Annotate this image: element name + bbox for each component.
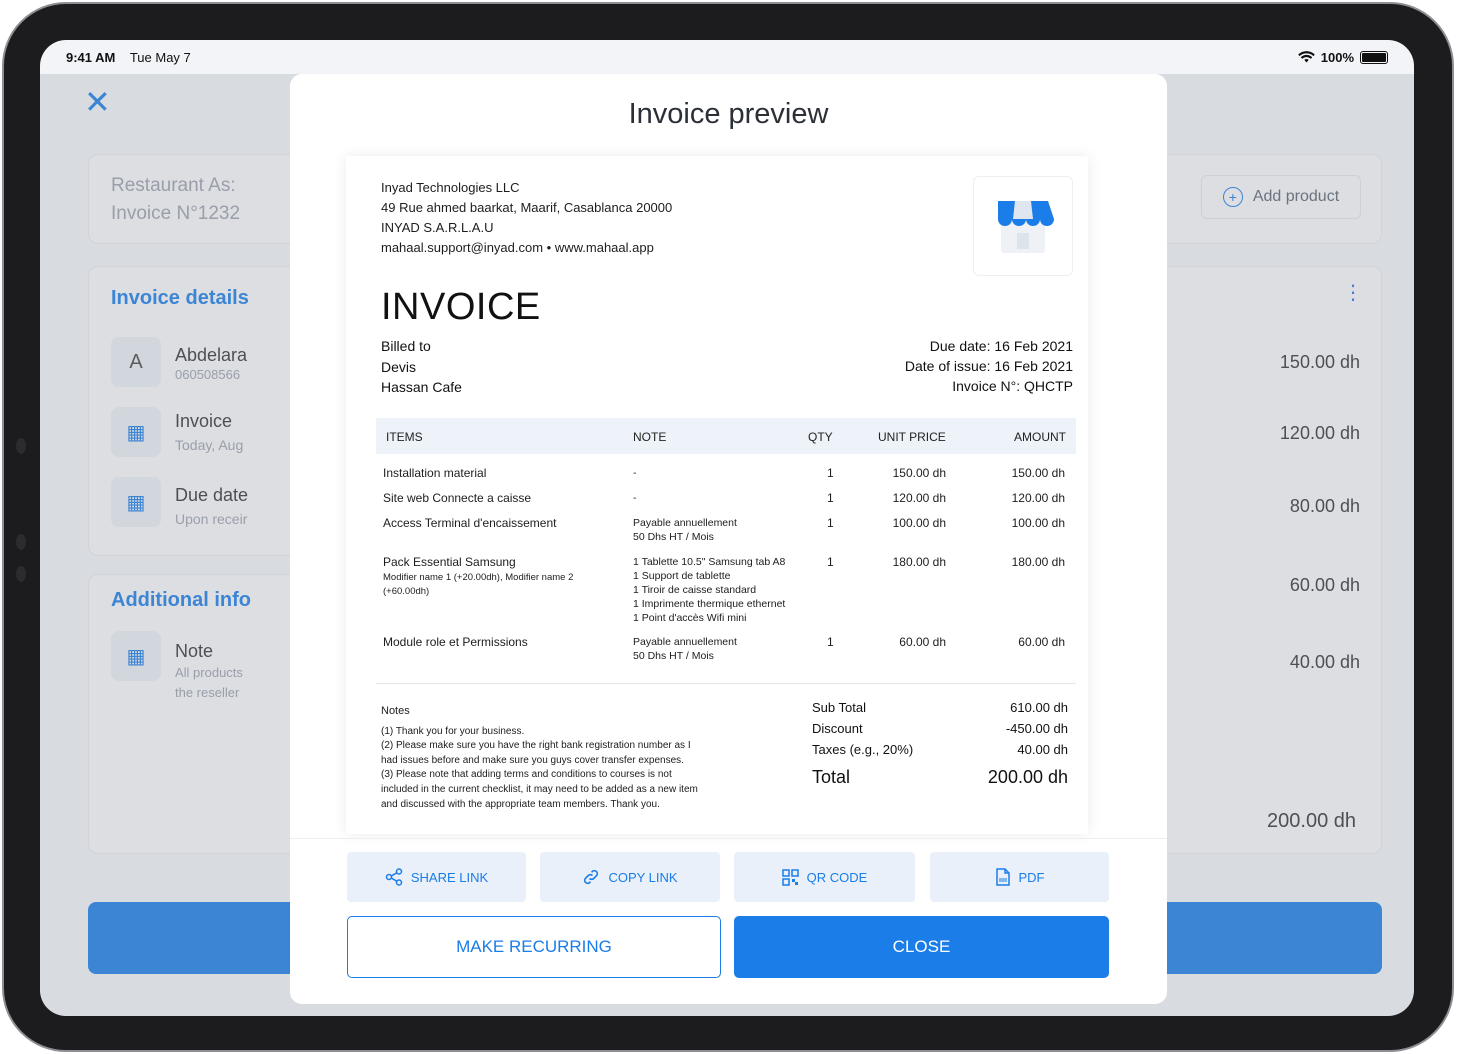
item-name: Module role et Permissions <box>383 635 528 649</box>
issue-date: Date of issue: 16 Feb 2021 <box>904 358 1073 374</box>
item-amount: 150.00 dh <box>1011 466 1065 480</box>
pdf-button[interactable]: PDF <box>930 852 1109 902</box>
screen: 9:41 AM Tue May 7 100% ✕ Restaurant As: … <box>40 40 1414 1016</box>
table-header: ITEMS NOTE QTY UNIT PRICE AMOUNT <box>376 418 1076 454</box>
billed-to: Billed to Devis Hassan Cafe <box>381 336 462 398</box>
divider <box>376 683 1076 684</box>
share-link-label: SHARE LINK <box>410 869 489 885</box>
total-row: Total 200.00 dh <box>812 763 1068 793</box>
note-line: (1) Thank you for your business. <box>381 725 525 737</box>
note-line: (3) Please note that adding terms and co… <box>381 769 672 781</box>
taxes-label: Taxes (e.g., 20%) <box>812 742 914 757</box>
wifi-icon <box>1297 51 1315 63</box>
item-unit-price: 100.00 dh <box>892 516 946 530</box>
item-note: - <box>633 467 637 479</box>
item-amount: 100.00 dh <box>1011 516 1065 530</box>
item-name: Site web Connecte a caisse <box>383 491 532 505</box>
billed-to-company: Hassan Cafe <box>381 379 462 395</box>
status-time: 9:41 AM <box>66 49 116 65</box>
column-note: NOTE <box>633 430 667 444</box>
copy-link-label: COPY LINK <box>608 869 678 885</box>
company-address: 49 Rue ahmed baarkat, Maarif, Casablanca… <box>381 200 673 215</box>
taxes-value: 40.00 dh <box>1017 742 1068 757</box>
totals-section: Sub Total 610.00 dh Discount -450.00 dh … <box>812 700 1068 793</box>
billed-to-name: Devis <box>381 358 417 375</box>
item-note: Payable annuellement 50 Dhs HT / Mois <box>633 517 737 543</box>
column-items: ITEMS <box>386 430 423 444</box>
note-line: (2) Please make sure you have the right … <box>381 740 691 752</box>
invoice-preview-modal: Invoice preview Inyad Technologies LLC 4… <box>290 74 1167 1004</box>
item-modifiers: Modifier name 1 (+20.00dh), Modifier nam… <box>383 572 574 597</box>
invoice-heading: INVOICE <box>381 286 541 328</box>
close-button[interactable]: CLOSE <box>734 916 1109 978</box>
device-sensor-dot <box>16 566 26 582</box>
item-amount: 180.00 dh <box>1011 555 1065 569</box>
item-qty: 1 <box>827 466 834 480</box>
copy-link-button[interactable]: COPY LINK <box>540 852 720 902</box>
item-name: Installation material <box>383 466 487 480</box>
share-link-button[interactable]: SHARE LINK <box>347 852 526 902</box>
item-note: Payable annuellement 50 Dhs HT / Mois <box>633 636 737 662</box>
make-recurring-button[interactable]: MAKE RECURRING <box>347 916 721 978</box>
divider <box>290 838 1167 839</box>
battery-icon <box>1360 50 1388 64</box>
item-unit-price: 180.00 dh <box>892 555 946 569</box>
item-qty: 1 <box>827 491 834 505</box>
column-unit-price: UNIT PRICE <box>878 430 946 444</box>
pdf-label: PDF <box>1018 869 1045 885</box>
item-name: Access Terminal d'encaissement <box>383 516 557 530</box>
subtotal-value: 610.00 dh <box>1010 700 1068 715</box>
device-camera-dot <box>16 438 26 454</box>
status-date: Tue May 7 <box>129 49 191 65</box>
note-line: had issues before and make sure you guys… <box>381 754 684 766</box>
subtotal-label: Sub Total <box>812 700 866 715</box>
subtotal-row: Sub Total 610.00 dh <box>812 700 1068 721</box>
discount-row: Discount -450.00 dh <box>812 721 1068 742</box>
share-icon <box>385 868 403 886</box>
pdf-file-icon <box>995 868 1010 886</box>
notes-title: Notes <box>381 705 410 717</box>
qr-code-button[interactable]: QR CODE <box>734 852 915 902</box>
item-name: Pack Essential Samsung <box>383 555 516 569</box>
company-contact: mahaal.support@inyad.com • www.mahaal.ap… <box>381 240 654 255</box>
link-icon <box>584 869 599 885</box>
note-line: and discussed with the appropriate team … <box>381 798 660 810</box>
item-qty: 1 <box>827 635 834 649</box>
total-label: Total <box>812 767 851 787</box>
item-note: 1 Tablette 10.5" Samsung tab A8 1 Suppor… <box>633 556 786 624</box>
note-line: included in the current checklist, it ma… <box>381 783 698 795</box>
discount-value: -450.00 dh <box>1005 721 1068 736</box>
status-bar: 9:41 AM Tue May 7 100% <box>40 40 1414 74</box>
modal-title: Invoice preview <box>628 98 829 130</box>
item-unit-price: 120.00 dh <box>892 491 946 505</box>
column-amount: AMOUNT <box>1014 430 1066 444</box>
discount-label: Discount <box>812 721 863 736</box>
item-qty: 1 <box>827 516 834 530</box>
column-qty: QTY <box>808 430 833 444</box>
qr-code-label: QR CODE <box>806 869 868 885</box>
device-sensor-dot <box>16 534 26 550</box>
item-qty: 1 <box>827 555 834 569</box>
total-value: 200.00 dh <box>987 767 1068 787</box>
due-date: Due date: 16 Feb 2021 <box>929 338 1073 354</box>
company-info: Inyad Technologies LLC 49 Rue ahmed baar… <box>381 178 672 258</box>
item-unit-price: 60.00 dh <box>899 635 946 649</box>
store-logo-icon <box>973 176 1073 276</box>
item-unit-price: 150.00 dh <box>892 466 946 480</box>
item-amount: 60.00 dh <box>1018 635 1065 649</box>
item-note: - <box>633 492 637 504</box>
company-legal: INYAD S.A.R.L.A.U <box>381 220 494 235</box>
notes-section: Notes (1) Thank you for your business. (… <box>381 704 726 812</box>
item-amount: 120.00 dh <box>1011 491 1065 505</box>
qr-code-icon <box>781 868 799 886</box>
company-name: Inyad Technologies LLC <box>381 180 520 195</box>
invoice-document: Inyad Technologies LLC 49 Rue ahmed baar… <box>346 156 1088 834</box>
invoice-dates: Due date: 16 Feb 2021 Date of issue: 16 … <box>905 336 1073 396</box>
billed-to-label: Billed to <box>381 338 431 354</box>
battery-percent: 100% <box>1320 49 1354 65</box>
invoice-id: Invoice N°: QHCTP <box>952 378 1073 394</box>
taxes-row: Taxes (e.g., 20%) 40.00 dh <box>812 742 1068 763</box>
